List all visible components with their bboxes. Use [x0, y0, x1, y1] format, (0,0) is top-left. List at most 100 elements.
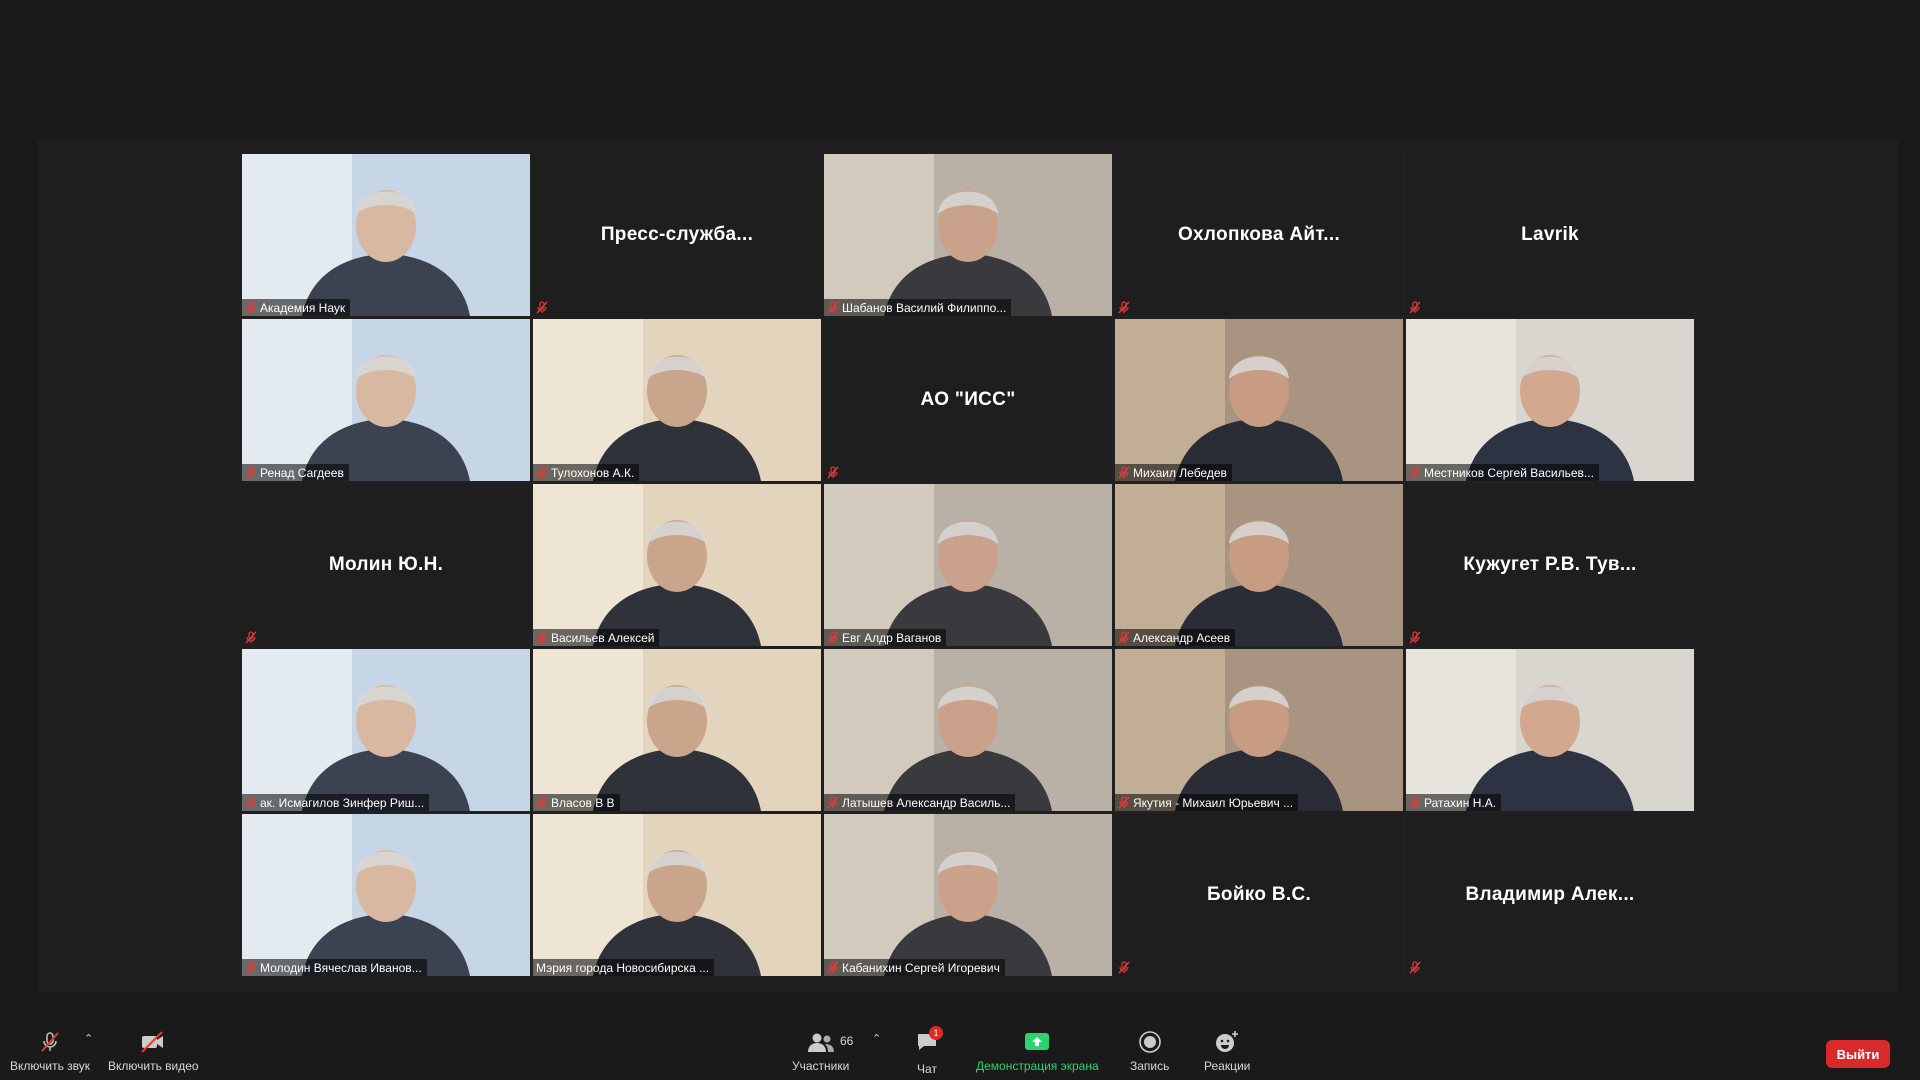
- participant-tile[interactable]: Владимир Алек...: [1406, 814, 1694, 976]
- participant-name-bar: Кабанихин Сергей Игоревич: [824, 959, 1005, 976]
- video-feed: [824, 649, 1112, 811]
- start-video-button[interactable]: Включить видео: [108, 1030, 199, 1073]
- participant-tile[interactable]: Латышев Александр Василь...: [824, 649, 1112, 811]
- participant-tile[interactable]: Васильев Алексей: [533, 484, 821, 646]
- participant-tile[interactable]: Местников Сергей Васильев...: [1406, 319, 1694, 481]
- participant-name-bar: Ратахин Н.А.: [1406, 794, 1502, 811]
- participant-name-bar: [1406, 959, 1429, 976]
- share-screen-button[interactable]: Демонстрация экрана: [976, 1030, 1099, 1073]
- muted-mic-icon: [536, 466, 548, 479]
- participant-tile[interactable]: АО "ИСС": [824, 319, 1112, 481]
- muted-mic-icon: [827, 466, 839, 479]
- chat-unread-badge: 1: [929, 1026, 943, 1040]
- participant-name-bar: Шабанов Василий Филиппо...: [824, 299, 1012, 316]
- participant-name-bar: [1115, 959, 1138, 976]
- participant-name-label: Михаил Лебедев: [1133, 465, 1227, 480]
- participant-tile[interactable]: Lavrik: [1406, 154, 1694, 316]
- share-screen-icon: [1025, 1033, 1050, 1050]
- top-strip: [0, 0, 1920, 140]
- start-video-label: Включить видео: [108, 1059, 199, 1073]
- participant-name-label: Мэрия города Новосибирска ...: [536, 960, 710, 975]
- muted-mic-icon: [245, 796, 257, 809]
- participant-name-bar: Якутия - Михаил Юрьевич ...: [1115, 794, 1299, 811]
- participant-tile[interactable]: Мэрия города Новосибирска ...: [533, 814, 821, 976]
- chat-button[interactable]: 1 Чат: [915, 1026, 943, 1076]
- participant-name-label: Кабанихин Сергей Игоревич: [842, 960, 1000, 975]
- participant-tile[interactable]: Пресс-служба...: [533, 154, 821, 316]
- participant-name-bar: Латышев Александр Василь...: [824, 794, 1016, 811]
- muted-mic-icon: [1409, 466, 1421, 479]
- participant-tile[interactable]: Кабанихин Сергей Игоревич: [824, 814, 1112, 976]
- participants-label: Участники: [792, 1059, 850, 1073]
- participant-name-bar: [824, 464, 847, 481]
- participant-tile[interactable]: Молин Ю.Н.: [242, 484, 530, 646]
- participant-name-label: Шабанов Василий Филиппо...: [842, 300, 1007, 315]
- participant-name-label: Васильев Алексей: [551, 630, 655, 645]
- unmute-label: Включить звук: [10, 1059, 91, 1073]
- unmute-button[interactable]: Включить звук: [10, 1030, 90, 1073]
- participant-name-bar: ак. Исмагилов Зинфер Риш...: [242, 794, 430, 811]
- gallery-view: Академия Наук Пресс-служба... Шабанов Васи…: [38, 140, 1898, 992]
- participant-name-bar: Молодин Вячеслав Иванов...: [242, 959, 427, 976]
- participant-grid: Академия Наук Пресс-служба... Шабанов Васи…: [242, 154, 1694, 976]
- participant-name-bar: [1406, 629, 1429, 646]
- participant-tile[interactable]: Тулохонов А.К.: [533, 319, 821, 481]
- muted-mic-icon: [245, 301, 257, 314]
- muted-mic-icon: [1118, 301, 1130, 314]
- reactions-button[interactable]: Реакции: [1204, 1030, 1250, 1073]
- muted-mic-icon: [245, 961, 257, 974]
- participant-tile[interactable]: Михаил Лебедев: [1115, 319, 1403, 481]
- muted-mic-icon: [536, 301, 548, 314]
- participant-name-label: ак. Исмагилов Зинфер Риш...: [260, 795, 425, 810]
- muted-mic-icon: [245, 631, 257, 644]
- participant-name-bar: [1115, 299, 1138, 316]
- participant-tile[interactable]: Евг Алдр Ваганов: [824, 484, 1112, 646]
- participant-tile[interactable]: Шабанов Василий Филиппо...: [824, 154, 1112, 316]
- video-feed: [533, 319, 821, 481]
- muted-mic-icon: [1118, 796, 1130, 809]
- muted-mic-icon: [1118, 961, 1130, 974]
- video-feed: [1406, 319, 1694, 481]
- video-feed: [242, 649, 530, 811]
- muted-mic-icon: [1409, 796, 1421, 809]
- leave-button[interactable]: Выйти: [1826, 1040, 1890, 1068]
- participant-tile[interactable]: Якутия - Михаил Юрьевич ...: [1115, 649, 1403, 811]
- muted-mic-icon: [827, 796, 839, 809]
- participant-name-bar: [1406, 299, 1429, 316]
- participants-options-chevron-icon[interactable]: ⌃: [872, 1032, 881, 1045]
- participant-name-label: Ратахин Н.А.: [1424, 795, 1497, 810]
- participant-name-bar: Тулохонов А.К.: [533, 464, 640, 481]
- muted-mic-icon: [827, 961, 839, 974]
- participant-name-label: Академия Наук: [260, 300, 346, 315]
- participant-tile[interactable]: Ратахин Н.А.: [1406, 649, 1694, 811]
- participant-name-bar: Мэрия города Новосибирска ...: [533, 959, 715, 976]
- participant-tile[interactable]: Власов В В: [533, 649, 821, 811]
- muted-mic-icon: [1409, 301, 1421, 314]
- participant-name-bar: Академия Наук: [242, 299, 351, 316]
- participant-tile[interactable]: Ренад Сагдеев: [242, 319, 530, 481]
- participant-tile[interactable]: Охлопкова Айт...: [1115, 154, 1403, 316]
- participant-name-label: Евг Алдр Ваганов: [842, 630, 942, 645]
- participant-tile[interactable]: Александр Асеев: [1115, 484, 1403, 646]
- participant-tile[interactable]: Молодин Вячеслав Иванов...: [242, 814, 530, 976]
- participant-tile[interactable]: Академия Наук: [242, 154, 530, 316]
- muted-mic-icon: [536, 796, 548, 809]
- video-feed: [533, 814, 821, 976]
- participant-name-card: Владимир Алек...: [1465, 884, 1635, 905]
- video-feed: [1115, 484, 1403, 646]
- audio-options-chevron-icon[interactable]: ⌃: [84, 1032, 93, 1045]
- video-feed: [824, 154, 1112, 316]
- chat-label: Чат: [917, 1062, 937, 1076]
- participant-tile[interactable]: Кужугет Р.В. Тув...: [1406, 484, 1694, 646]
- share-screen-label: Демонстрация экрана: [976, 1059, 1099, 1073]
- mic-off-icon: [41, 1032, 59, 1052]
- record-button[interactable]: Запись: [1130, 1030, 1169, 1073]
- participant-name-bar: [533, 299, 556, 316]
- video-feed: [1115, 649, 1403, 811]
- participant-tile[interactable]: Бойко В.С.: [1115, 814, 1403, 976]
- participant-name-bar: Евг Алдр Ваганов: [824, 629, 947, 646]
- participant-name-card: Охлопкова Айт...: [1177, 224, 1341, 245]
- muted-mic-icon: [245, 466, 257, 479]
- participant-tile[interactable]: ак. Исмагилов Зинфер Риш...: [242, 649, 530, 811]
- reactions-label: Реакции: [1204, 1059, 1251, 1073]
